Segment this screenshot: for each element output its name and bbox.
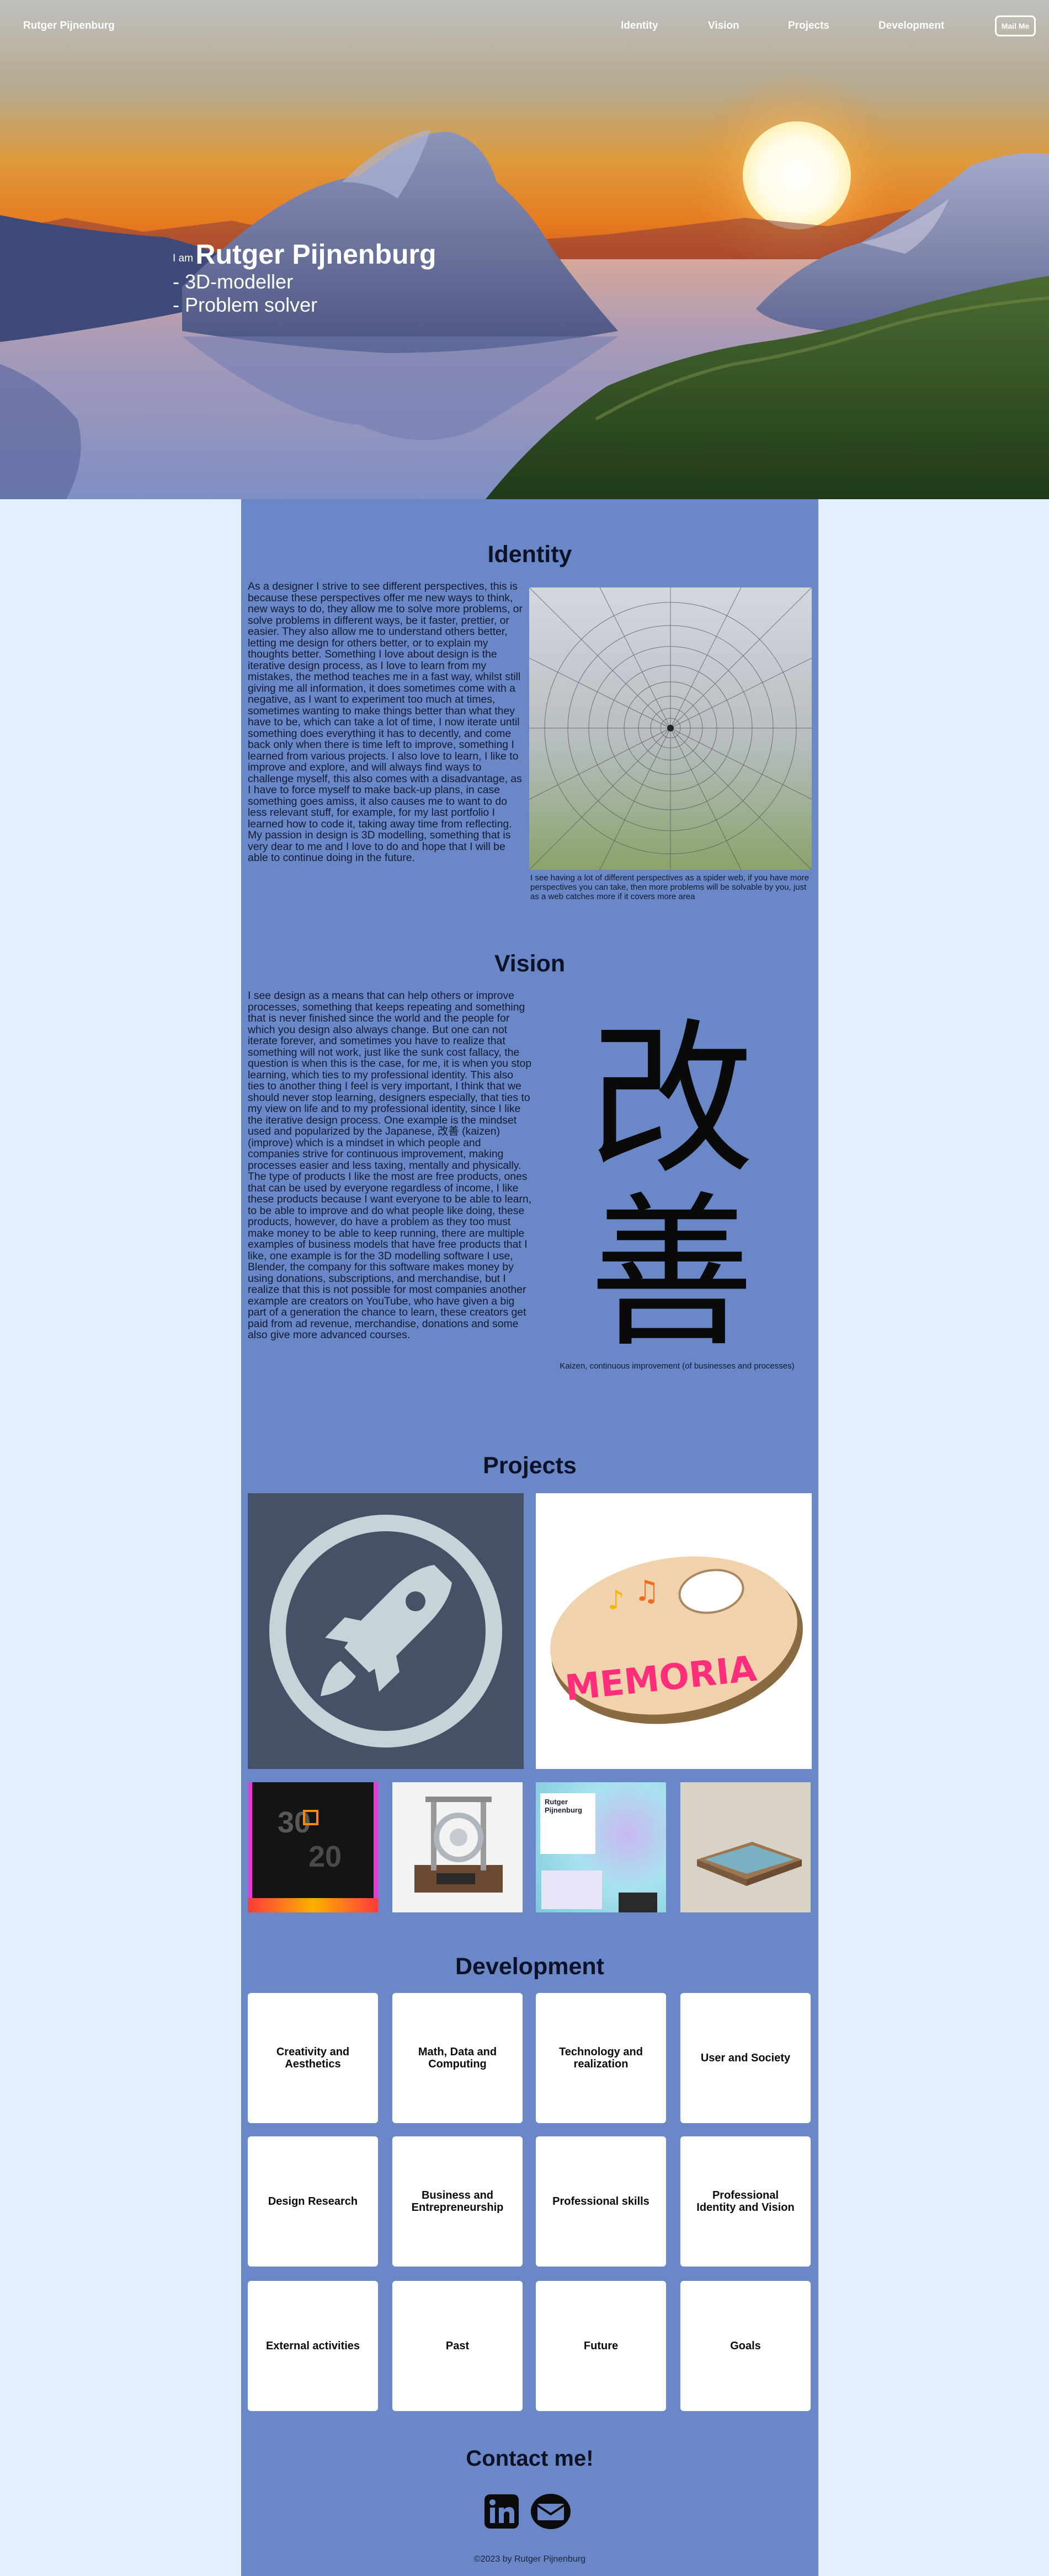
hero-section: Rutger Pijnenburg Identity Vision Projec…	[0, 0, 1049, 499]
hero-role-1: - 3D-modeller	[173, 270, 294, 293]
top-navigation: Rutger Pijnenburg Identity Vision Projec…	[0, 0, 1049, 53]
project-tray-card[interactable]	[680, 1782, 811, 1912]
nav-link-development[interactable]: Development	[878, 20, 944, 32]
kaizen-caption: Kaizen, continuous improvement (of busin…	[560, 1361, 795, 1371]
contact-title: Contact me!	[466, 2446, 594, 2471]
vision-text: I see design as a means that can help ot…	[248, 990, 532, 1341]
hero-landscape-image	[0, 0, 1049, 499]
vision-title: Vision	[494, 950, 566, 977]
dev-tile-user-society[interactable]: User and Society	[680, 1993, 811, 2123]
dev-tile-business-entrepreneurship[interactable]: Business and Entrepreneurship	[392, 2136, 523, 2267]
nav-link-identity[interactable]: Identity	[621, 20, 658, 32]
project-screens-card[interactable]: Rutger Pijnenburg	[536, 1782, 666, 1912]
svg-text:♫: ♫	[634, 1575, 660, 1608]
project-machine-card[interactable]	[392, 1782, 523, 1912]
hero-name: Rutger Pijnenburg	[195, 239, 436, 270]
dev-tile-technology-realization[interactable]: Technology and realization	[536, 1993, 666, 2123]
site-brand[interactable]: Rutger Pijnenburg	[23, 20, 115, 32]
svg-text:♪: ♪	[608, 1585, 625, 1616]
dev-tile-math-data-computing[interactable]: Math, Data and Computing	[392, 1993, 523, 2123]
project-timer-card[interactable]: 30 20	[248, 1782, 378, 1912]
projects-title: Projects	[483, 1452, 577, 1479]
hero-prefix: I am	[173, 253, 193, 264]
timer-digit-bottom: 20	[308, 1840, 342, 1873]
kaizen-kanji-2: 善	[589, 1177, 754, 1370]
project-memoria-card[interactable]: ♪ ♫ MEMORIA	[536, 1493, 812, 1769]
kaizen-kanji-1: 改	[589, 1004, 754, 1196]
hero-role-2: - Problem solver	[173, 293, 318, 316]
nav-link-vision[interactable]: Vision	[708, 20, 739, 32]
dev-tile-external-activities[interactable]: External activities	[248, 2281, 378, 2411]
spider-web-image	[529, 587, 812, 870]
dev-tile-professional-identity-vision[interactable]: Professional Identity and Vision	[680, 2136, 811, 2267]
rocket-icon	[269, 1515, 502, 1747]
main-column: Identity As a designer I strive to see d…	[241, 499, 818, 2576]
wooden-tray-image	[680, 1782, 811, 1912]
dev-tile-professional-skills[interactable]: Professional skills	[536, 2136, 666, 2267]
project-rocket-card[interactable]	[248, 1493, 524, 1769]
development-title: Development	[455, 1953, 604, 1980]
mail-icon[interactable]	[530, 2493, 572, 2530]
dev-tile-goals[interactable]: Goals	[680, 2281, 811, 2411]
dev-tile-design-research[interactable]: Design Research	[248, 2136, 378, 2267]
hero-intro: I am Rutger Pijnenburg - 3D-modeller - P…	[173, 238, 436, 317]
dev-tile-past[interactable]: Past	[392, 2281, 523, 2411]
dev-tile-creativity-aesthetics[interactable]: Creativity and Aesthetics	[248, 1993, 378, 2123]
memoria-palette-image: ♪ ♫ MEMORIA	[550, 1556, 803, 1724]
spider-web-caption: I see having a lot of different perspect…	[530, 873, 810, 901]
screen-title-text: Rutger Pijnenburg	[540, 1793, 595, 1854]
linkedin-icon[interactable]	[483, 2493, 520, 2530]
identity-title: Identity	[487, 541, 572, 568]
dev-tile-future[interactable]: Future	[536, 2281, 666, 2411]
nav-link-projects[interactable]: Projects	[788, 20, 829, 32]
machine-render-image	[414, 1797, 503, 1893]
mail-me-button[interactable]: Mail Me	[995, 15, 1036, 36]
identity-text: As a designer I strive to see different …	[248, 580, 523, 864]
kaizen-image: 改 善	[589, 1004, 754, 1356]
contact-icons	[483, 2493, 577, 2532]
footer-copyright: ©2023 by Rutger Pijnenburg	[473, 2554, 586, 2564]
